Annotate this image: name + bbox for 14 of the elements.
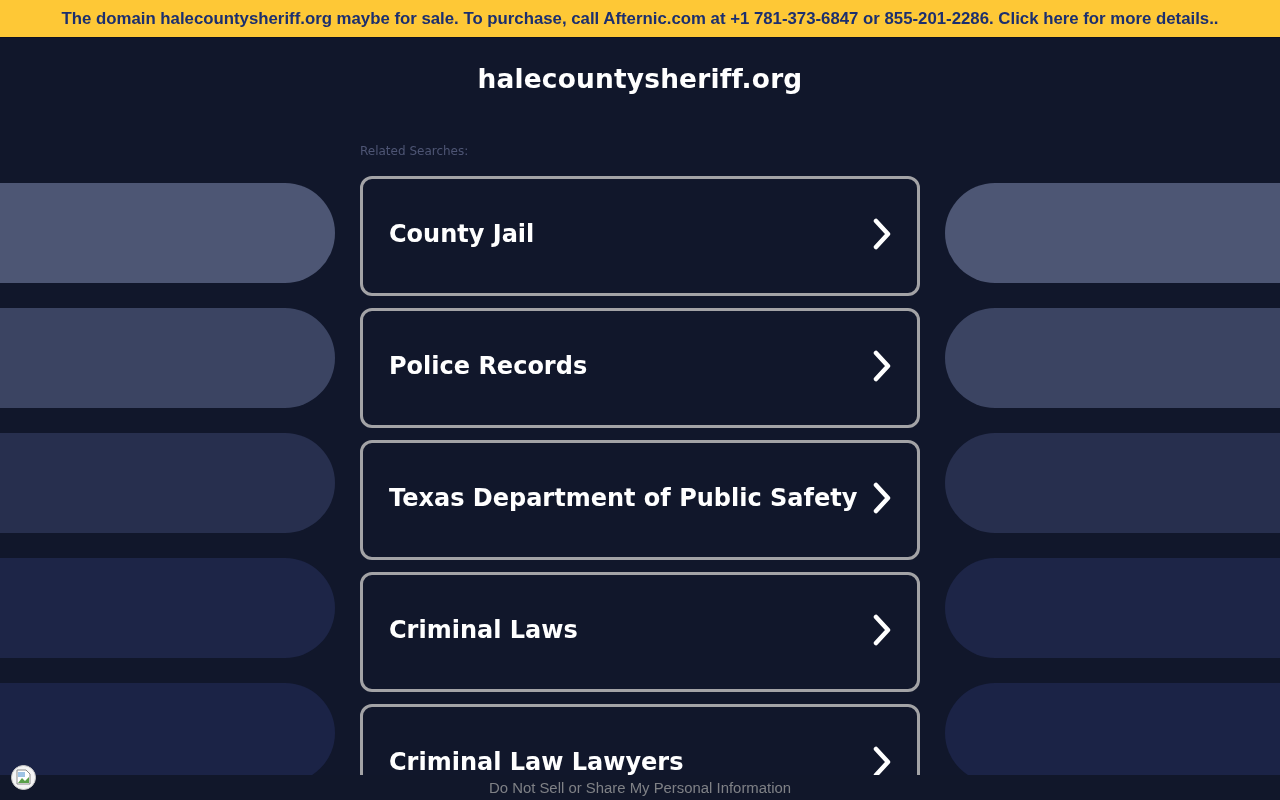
chevron-right-icon [873, 349, 891, 382]
search-link-card[interactable]: Police Records [360, 308, 920, 428]
search-link-card[interactable]: Criminal Law Lawyers [360, 704, 920, 775]
chevron-right-icon [873, 613, 891, 646]
related-searches-label: Related Searches: [360, 143, 469, 159]
chevron-right-icon [873, 745, 891, 775]
chevron-right-icon [873, 217, 891, 250]
image-icon [11, 765, 36, 790]
chevron-right-icon [873, 481, 891, 514]
search-link-card[interactable]: County Jail [360, 176, 920, 296]
privacy-link[interactable]: Do Not Sell or Share My Personal Information [488, 778, 792, 797]
search-link-card[interactable]: Criminal Laws [360, 572, 920, 692]
search-link-card[interactable]: Texas Department of Public Safety [360, 440, 920, 560]
site-title: halecountysheriff.org [477, 62, 803, 96]
